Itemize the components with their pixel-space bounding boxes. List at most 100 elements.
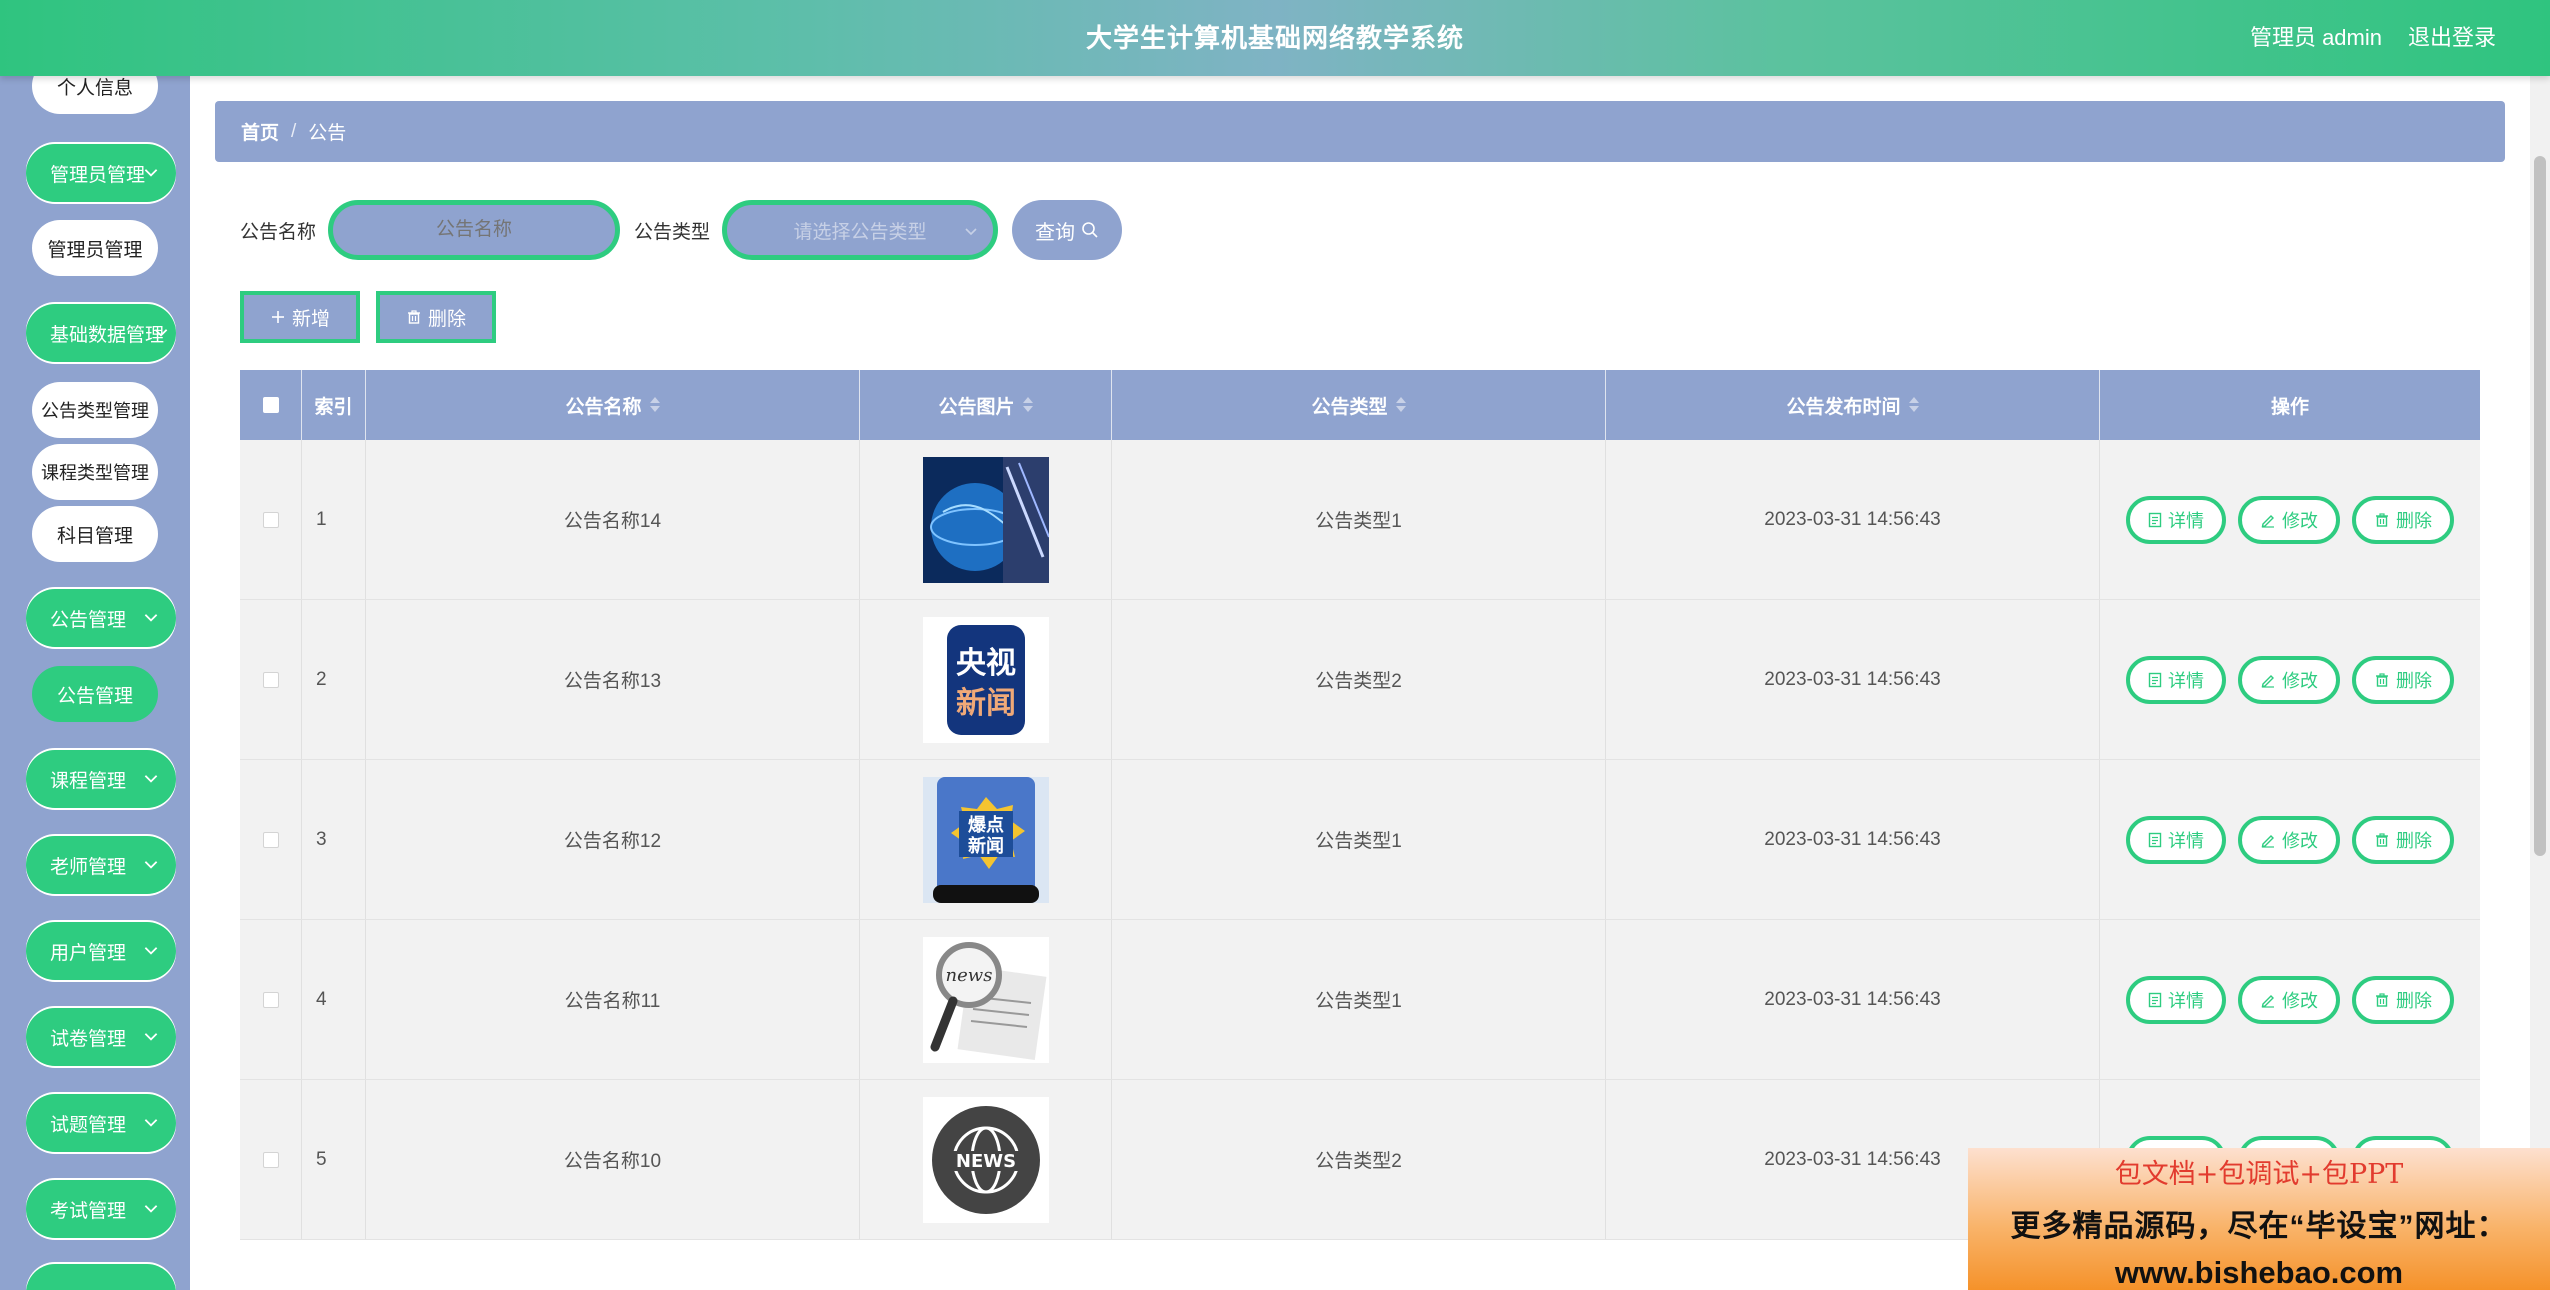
svg-text:爆点: 爆点 xyxy=(968,814,1004,836)
sidebar-group-teacher[interactable]: 老师管理 xyxy=(26,836,176,894)
sidebar-item-admin-manage[interactable]: 管理员管理 xyxy=(32,220,158,276)
select-all-checkbox[interactable] xyxy=(262,397,279,413)
scrollbar-thumb[interactable] xyxy=(2534,156,2546,856)
detail-button[interactable]: 详情 xyxy=(2126,815,2226,864)
add-button[interactable]: 新增 xyxy=(240,291,361,343)
sort-icon[interactable] xyxy=(1395,397,1406,413)
sidebar-group-notice[interactable]: 公告管理 xyxy=(26,589,176,647)
edit-button[interactable]: 修改 xyxy=(2238,815,2340,864)
chevron-down-icon xyxy=(144,861,158,869)
sidebar-group-basic-data[interactable]: 基础数据管理 xyxy=(26,304,176,362)
sidebar-group-admin[interactable]: 管理员管理 xyxy=(26,144,176,202)
sidebar-group-more[interactable] xyxy=(26,1264,176,1290)
chevron-down-icon xyxy=(965,228,977,236)
row-checkbox[interactable] xyxy=(262,671,279,688)
row-time: 2023-03-31 14:56:43 xyxy=(1606,600,2100,759)
row-image xyxy=(860,440,1112,599)
watermark-line-3: www.bishebao.com xyxy=(2114,1255,2404,1290)
header-index: 索引 xyxy=(302,370,366,440)
batch-delete-button[interactable]: 删除 xyxy=(376,291,497,343)
chevron-down-icon xyxy=(144,169,158,177)
sidebar-item-notice-type[interactable]: 公告类型管理 xyxy=(32,382,158,438)
chevron-down-icon xyxy=(144,775,158,783)
table-row: 1 公告名称14 公告类型1 2023-03-31 14:56:43 详情 修改 删除 xyxy=(240,440,2480,600)
row-time: 2023-03-31 14:56:43 xyxy=(1606,760,2100,919)
name-filter-input[interactable] xyxy=(328,200,621,260)
sidebar-item-subject[interactable]: 科目管理 xyxy=(32,506,158,562)
query-button[interactable]: 查询 xyxy=(1012,200,1123,260)
logout-link[interactable]: 退出登录 xyxy=(2408,0,2496,76)
edit-icon xyxy=(2261,994,2274,1008)
trash-icon xyxy=(2376,512,2388,527)
chevron-down-icon xyxy=(154,329,168,337)
chevron-down-icon xyxy=(144,947,158,955)
header-image[interactable]: 公告图片 xyxy=(860,370,1112,440)
row-checkbox[interactable] xyxy=(262,991,279,1008)
breadcrumb-home[interactable]: 首页 xyxy=(241,118,279,145)
row-name: 公告名称13 xyxy=(366,600,860,759)
sidebar-item-notice-manage[interactable]: 公告管理 xyxy=(32,666,158,722)
header-ops: 操作 xyxy=(2270,396,2309,418)
delete-button[interactable]: 删除 xyxy=(2352,815,2454,864)
chevron-down-icon xyxy=(144,1033,158,1041)
edit-button[interactable]: 修改 xyxy=(2238,655,2340,704)
row-image: NEWS xyxy=(860,1080,1112,1239)
select-all-cell xyxy=(240,370,302,440)
row-image: 爆点 新闻 xyxy=(860,760,1112,919)
globe-news-image[interactable] xyxy=(922,456,1049,583)
row-ops: 详情修改删除 xyxy=(2100,600,2480,759)
row-name: 公告名称10 xyxy=(366,1080,860,1239)
breadcrumb-separator: / xyxy=(291,120,297,142)
sidebar-group-question[interactable]: 试题管理 xyxy=(26,1094,176,1152)
delete-button[interactable]: 删除 xyxy=(2352,655,2454,704)
document-icon xyxy=(2148,832,2162,847)
row-checkbox[interactable] xyxy=(262,831,279,848)
plus-icon xyxy=(272,311,284,323)
row-ops: 详情修改删除 xyxy=(2100,760,2480,919)
news-globe-badge[interactable]: NEWS xyxy=(922,1096,1049,1223)
row-checkbox[interactable] xyxy=(262,511,279,528)
table-row: 2 公告名称13 央视 新闻 公告类型2 2023-03-31 14:56:43 详情 修改删… xyxy=(240,600,2480,760)
row-select-cell xyxy=(240,1080,302,1239)
svg-text:新闻: 新闻 xyxy=(968,835,1004,857)
type-filter-select[interactable]: 请选择公告类型 xyxy=(722,200,999,260)
row-type: 公告类型1 xyxy=(1112,440,1606,599)
sidebar-group-paper[interactable]: 试卷管理 xyxy=(26,1008,176,1066)
edit-button[interactable]: 修改 xyxy=(2238,495,2340,544)
newspaper-magnifier[interactable]: news xyxy=(922,936,1049,1063)
header-name[interactable]: 公告名称 xyxy=(366,370,860,440)
row-type: 公告类型1 xyxy=(1112,920,1606,1079)
sidebar-group-exam[interactable]: 考试管理 xyxy=(26,1180,176,1238)
sort-icon[interactable] xyxy=(649,397,660,413)
row-select-cell xyxy=(240,760,302,919)
header-time[interactable]: 公告发布时间 xyxy=(1606,370,2100,440)
row-checkbox[interactable] xyxy=(262,1151,279,1168)
edit-icon xyxy=(2261,514,2274,528)
type-filter-label: 公告类型 xyxy=(634,221,711,243)
sidebar-item-profile[interactable]: 个人信息 xyxy=(32,76,158,114)
table-header: 索引 公告名称 公告图片 公告类型 公告发布时间 操作 xyxy=(240,370,2480,440)
sidebar-group-course[interactable]: 课程管理 xyxy=(26,750,176,808)
row-index: 2 xyxy=(302,600,366,759)
search-bar: 公告名称 公告类型 请选择公告类型 查询 xyxy=(240,200,1123,260)
hot-news-phone[interactable]: 爆点 新闻 xyxy=(922,776,1049,903)
cctv-news-logo[interactable]: 央视 新闻 xyxy=(922,616,1049,743)
row-time: 2023-03-31 14:56:43 xyxy=(1606,920,2100,1079)
page-scrollbar[interactable] xyxy=(2530,76,2550,1290)
sidebar-group-user[interactable]: 用户管理 xyxy=(26,922,176,980)
sort-icon[interactable] xyxy=(1908,397,1919,413)
sidebar-item-course-type[interactable]: 课程类型管理 xyxy=(32,444,158,500)
detail-button[interactable]: 详情 xyxy=(2126,655,2226,704)
delete-button[interactable]: 删除 xyxy=(2352,975,2454,1024)
edit-button[interactable]: 修改 xyxy=(2238,975,2340,1024)
action-bar: 新增 删除 xyxy=(240,291,512,343)
delete-button[interactable]: 删除 xyxy=(2352,495,2454,544)
row-index: 1 xyxy=(302,440,366,599)
detail-button[interactable]: 详情 xyxy=(2126,975,2226,1024)
sort-icon[interactable] xyxy=(1022,397,1033,413)
document-icon xyxy=(2148,512,2162,527)
document-icon xyxy=(2148,672,2162,687)
detail-button[interactable]: 详情 xyxy=(2126,495,2226,544)
header-type[interactable]: 公告类型 xyxy=(1112,370,1606,440)
row-name: 公告名称14 xyxy=(366,440,860,599)
